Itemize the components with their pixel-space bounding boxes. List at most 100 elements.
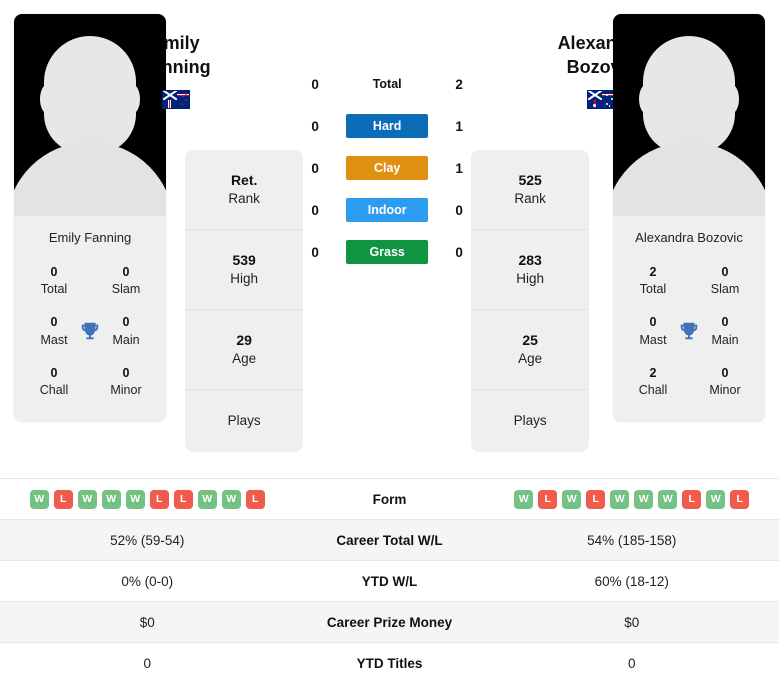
stat-card-right[interactable]: 525 Rank 283 High 25 Age Plays [471, 150, 590, 452]
value: 0 [721, 315, 729, 330]
surface-row-total: 0 Total 2 [303, 72, 471, 96]
stat-rank-left: Ret. Rank [185, 150, 304, 231]
value-left: $0 [139, 614, 155, 630]
row-label-ytd-titles: YTD Titles [356, 655, 423, 671]
left-value: 0 [311, 160, 319, 176]
form-badge-win: W [634, 489, 654, 509]
form-badge-win: W [77, 489, 97, 509]
surface-row-indoor: 0 Indoor 0 [303, 198, 471, 222]
value: 25 [522, 332, 538, 349]
comparison-header: Emily Fanning 0 Total 0 Slam 0 Mast 0 Ma… [0, 0, 779, 478]
left-value: 0 [311, 118, 319, 134]
label: Slam [111, 282, 141, 297]
label: High [516, 271, 545, 286]
titles-grid-left: 0 Total 0 Slam 0 Mast 0 Main 0 Chall 0 M… [14, 257, 166, 422]
value: 525 [518, 172, 542, 188]
label: Plays [227, 413, 261, 429]
form-badge-win: W [562, 489, 582, 509]
value: 0 [721, 365, 729, 380]
value: 0 [122, 365, 130, 380]
surface-badge-grass: Grass [346, 240, 429, 264]
form-badge-loss: L [173, 489, 193, 509]
surface-row-grass: 0 Grass 0 [303, 240, 471, 264]
form-badge-win: W [706, 489, 726, 509]
right-value: 1 [455, 118, 463, 134]
form-badge-loss: L [149, 489, 169, 509]
player-comparison-page: Emily Fanning 0 Total 0 Slam 0 Mast 0 Ma… [0, 0, 779, 699]
value: 2 [649, 265, 657, 279]
table-row-ytd-wl: 0% (0-0) YTD W/L 60% (18-12) [0, 560, 779, 602]
form-badge-win: W [514, 489, 534, 509]
label: High [230, 271, 259, 286]
right-value: 0 [455, 202, 463, 218]
value-right: 0 [627, 655, 636, 671]
nz-flag-icon [161, 89, 190, 109]
left-value: 0 [311, 244, 319, 260]
titles-grid-right: 2 Total 0 Slam 0 Mast 0 Main 2 Chall 0 M… [613, 257, 765, 422]
row-label-career-prize-money: Career Prize Money [326, 614, 453, 630]
form-badge-win: W [101, 489, 121, 509]
stat-card-left[interactable]: Ret. Rank 539 High 29 Age Plays [185, 150, 304, 452]
label: Age [232, 351, 257, 367]
form-badge-loss: L [245, 489, 265, 509]
stat-age-left: 29 Age [185, 310, 304, 391]
surface-titles-column: 0 Total 2 0 Hard 1 0 Clay 1 0 Indoor 0 0 [303, 14, 471, 264]
titles-total-left: 0 Total [30, 263, 78, 297]
label: Main [711, 332, 739, 347]
value-left: 52% (59-54) [110, 532, 185, 548]
titles-row: 0 Mast 0 Main [619, 307, 759, 357]
right-value: 2 [455, 76, 463, 92]
value: 0 [122, 265, 130, 279]
stat-high-left: 539 High [185, 230, 304, 311]
player-card-right[interactable]: Alexandra Bozovic 2 Total 0 Slam 0 Mast … [613, 14, 765, 423]
titles-row: 2 Chall 0 Minor [619, 358, 759, 408]
titles-slam-right: 0 Slam [701, 263, 749, 297]
value-right: 54% (185-158) [587, 532, 677, 548]
form-cell-right: WLWLWWWLWL [485, 479, 779, 520]
comparison-stats-table: WLWWWLLWWL Form WLWLWWWLWL 52% (59-54) C… [0, 478, 779, 684]
form-badge-win: W [29, 489, 49, 509]
au-flag-icon [587, 89, 616, 109]
value: 0 [50, 365, 58, 380]
value-right: 60% (18-12) [594, 573, 669, 589]
surface-badge-indoor: Indoor [346, 198, 429, 222]
form-badges-left: WLWWWLLWWL [10, 489, 285, 509]
label: Minor [110, 382, 142, 397]
label: Main [112, 332, 140, 347]
player-identity-left: Emily Fanning [141, 14, 211, 109]
stat-plays-left: Plays [185, 390, 303, 451]
value: 0 [50, 265, 58, 279]
label: Plays [513, 413, 547, 429]
stat-age-right: 25 Age [471, 310, 590, 391]
titles-mast-right: 0 Mast [629, 313, 677, 347]
label: Total [639, 282, 667, 297]
label: Chall [39, 382, 69, 397]
value: 539 [232, 252, 256, 269]
right-value: 0 [455, 244, 463, 260]
form-badge-loss: L [730, 489, 750, 509]
right-value: 1 [455, 160, 463, 176]
label: Age [518, 351, 543, 367]
player-card-left[interactable]: Emily Fanning 0 Total 0 Slam 0 Mast 0 Ma… [14, 14, 166, 423]
form-badge-win: W [658, 489, 678, 509]
titles-row: 2 Total 0 Slam [619, 257, 759, 307]
table-row-career-prize-money: $0 Career Prize Money $0 [0, 601, 779, 643]
label: Minor [709, 382, 741, 397]
label: Mast [639, 332, 667, 347]
value-left: 0% (0-0) [121, 573, 174, 589]
table-row-career-total-wl: 52% (59-54) Career Total W/L 54% (185-15… [0, 519, 779, 561]
titles-row: 0 Total 0 Slam [20, 257, 160, 307]
label: Rank [228, 190, 260, 206]
avatar-placeholder-icon [14, 14, 166, 216]
surface-badge-hard: Hard [346, 114, 429, 138]
label: Total [40, 282, 68, 297]
form-badge-loss: L [53, 489, 73, 509]
titles-main-right: 0 Main [701, 313, 749, 347]
form-badge-win: W [221, 489, 241, 509]
label: Rank [514, 190, 546, 206]
titles-mast-left: 0 Mast [30, 313, 78, 347]
surface-row-hard: 0 Hard 1 [303, 114, 471, 138]
form-badge-win: W [125, 489, 145, 509]
left-value: 0 [311, 76, 319, 92]
titles-row: 0 Mast 0 Main [20, 307, 160, 357]
